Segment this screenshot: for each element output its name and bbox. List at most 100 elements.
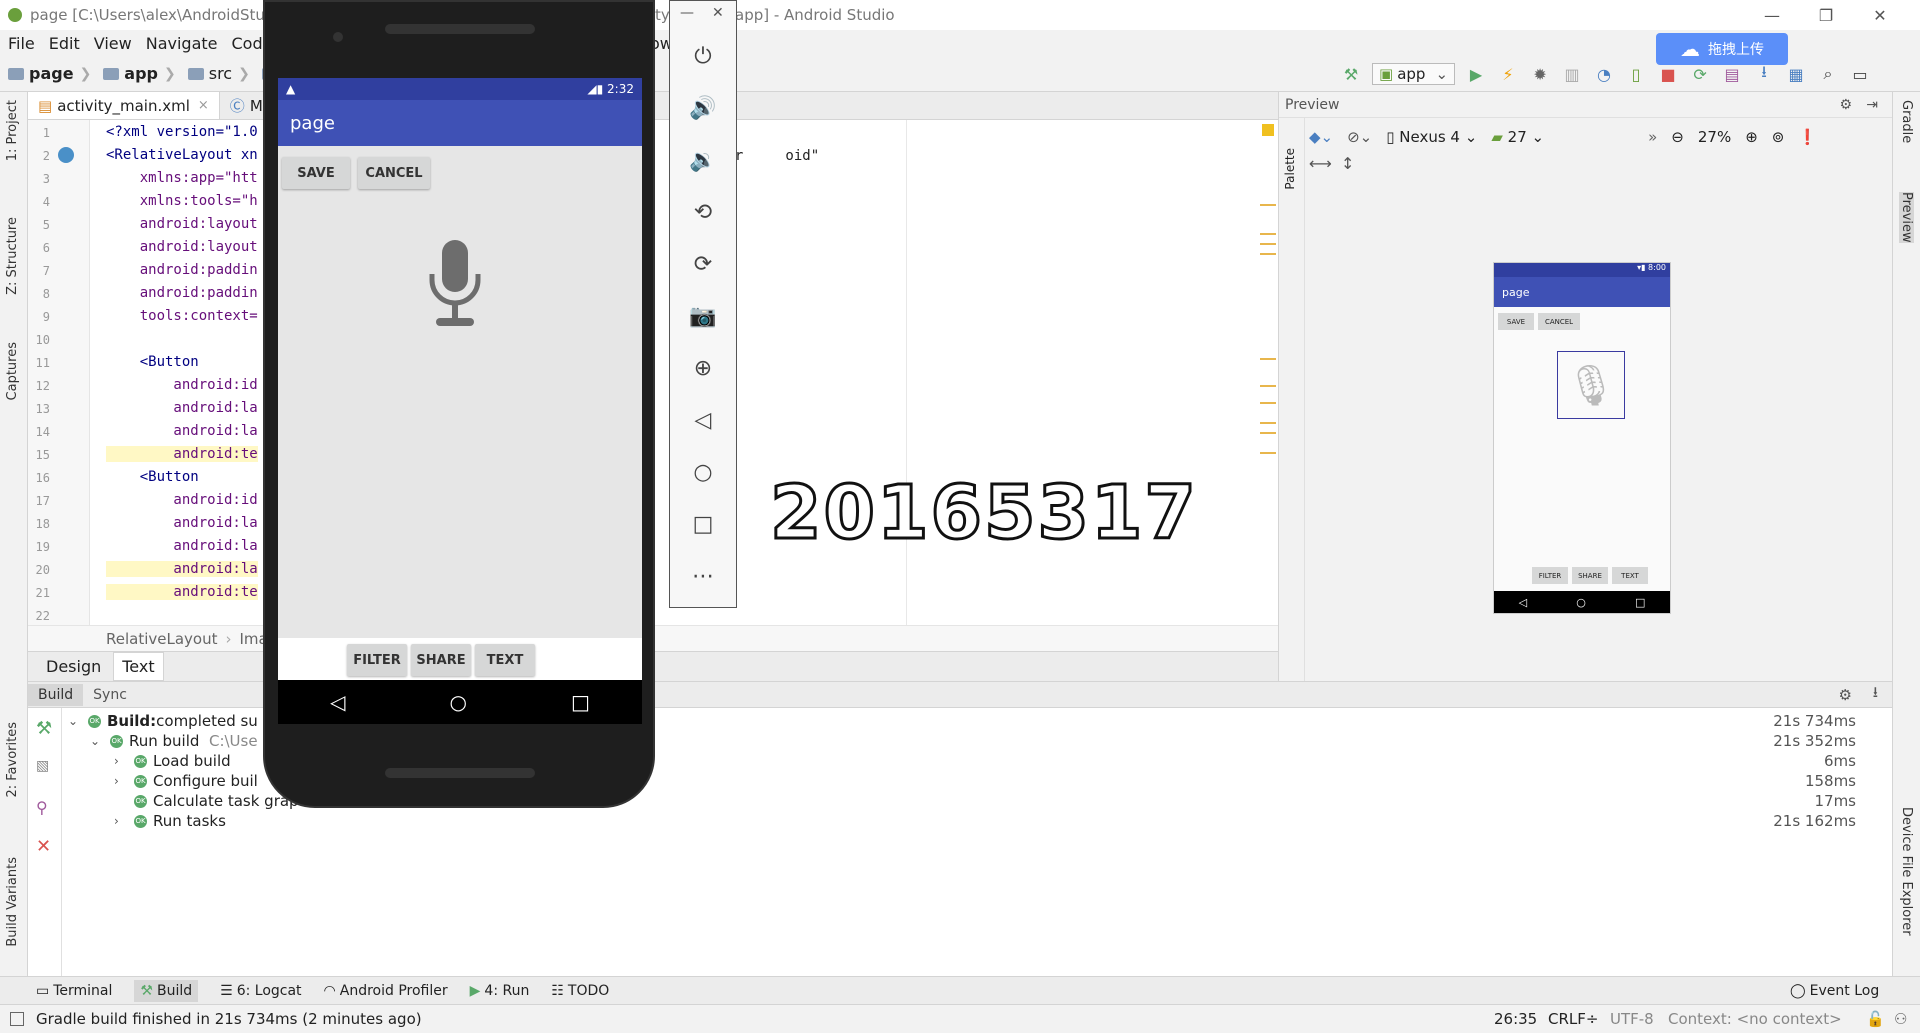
back-icon[interactable]: ◁ xyxy=(330,690,345,714)
more-icon[interactable]: » xyxy=(1648,128,1657,146)
filter-button[interactable]: FILTER xyxy=(347,644,407,676)
mini-cancel-button[interactable]: CANCEL xyxy=(1538,313,1580,330)
layout-inspector-icon[interactable]: ▭ xyxy=(1849,63,1871,85)
context-indicator[interactable]: Context: <no context> xyxy=(1668,1010,1842,1028)
menu-navigate[interactable]: Navigate xyxy=(146,34,218,53)
zoom-fit-icon[interactable]: ⊚ xyxy=(1772,128,1785,146)
orientation-icon[interactable]: ⊘⌄ xyxy=(1347,128,1372,146)
resize-vertical-icon[interactable]: ↕ xyxy=(1341,154,1354,173)
restore-icon[interactable]: ❐ xyxy=(1799,0,1853,30)
toggle-view-icon[interactable]: ▧ xyxy=(36,758,49,774)
emulator-screen[interactable]: ▲ ◢▮ 2:32 page SAVE CANCEL FILTER SHARE … xyxy=(278,78,642,724)
more-options-icon[interactable]: ⋯ xyxy=(688,561,718,591)
rotate-left-icon[interactable]: ⟲ xyxy=(688,197,718,227)
tab-captures[interactable]: Captures xyxy=(5,342,20,400)
tool-event-log[interactable]: ◯ Event Log xyxy=(1790,983,1879,999)
save-button[interactable]: SAVE xyxy=(282,157,350,189)
tab-build-output[interactable]: Build xyxy=(28,683,84,706)
build-row-completed[interactable]: ⌄ OK Build: completed su xyxy=(68,711,258,731)
profile-icon[interactable]: ▥ xyxy=(1561,63,1583,85)
tool-android-profiler[interactable]: ◠ Android Profiler xyxy=(324,983,448,999)
zoom-in-icon[interactable]: ⊕ xyxy=(1745,128,1758,146)
project-structure-icon[interactable]: ▦ xyxy=(1785,63,1807,85)
build-row-calculate-task-graph[interactable]: OK Calculate task grap xyxy=(134,791,299,811)
preview-device[interactable]: ▾▮ 8:00 page SAVE CANCEL 🎙 FILTER SHARE … xyxy=(1493,262,1671,614)
build-row-configure-build[interactable]: › OK Configure buil xyxy=(114,771,258,791)
build-row-load-build[interactable]: › OK Load build xyxy=(114,751,231,771)
mini-filter-button[interactable]: FILTER xyxy=(1532,567,1568,584)
tab-text[interactable]: Text xyxy=(113,652,164,681)
home-icon[interactable]: ○ xyxy=(450,690,467,714)
mini-mic-image[interactable]: 🎙 xyxy=(1557,351,1625,419)
mini-share-button[interactable]: SHARE xyxy=(1572,567,1608,584)
sdk-manager-icon[interactable]: ⭳ xyxy=(1753,62,1775,85)
layers-icon[interactable]: ◆⌄ xyxy=(1309,128,1333,146)
tab-project[interactable]: 1: Project xyxy=(5,100,20,161)
gear-icon[interactable]: ⚙ xyxy=(1839,686,1852,704)
screenshot-icon[interactable]: 📷 xyxy=(688,301,718,331)
back-icon[interactable]: ◁ xyxy=(688,405,718,435)
overview-icon[interactable]: □ xyxy=(688,509,718,539)
debug-icon[interactable]: ✹ xyxy=(1529,63,1551,85)
tool-run[interactable]: ▶ 4: Run xyxy=(470,983,530,999)
run-config-select[interactable]: ▣ app ⌄ xyxy=(1372,63,1456,85)
crumb-relative-layout[interactable]: RelativeLayout xyxy=(106,630,217,648)
lock-icon[interactable]: 🔓 xyxy=(1866,1010,1885,1028)
tab-device-file-explorer[interactable]: Device File Explorer xyxy=(1899,807,1914,936)
breadcrumb-project[interactable]: page ❯ xyxy=(8,64,97,83)
tab-gradle[interactable]: Gradle xyxy=(1899,100,1914,143)
api-select[interactable]: ▰ 27 ⌄ xyxy=(1491,128,1544,146)
tool-terminal[interactable]: ▭ Terminal xyxy=(36,983,112,999)
mini-save-button[interactable]: SAVE xyxy=(1498,313,1534,330)
close-icon[interactable]: ✕ xyxy=(36,836,51,857)
resize-horizontal-icon[interactable]: ⟷ xyxy=(1309,154,1332,173)
gear-icon[interactable]: ⚙ xyxy=(1839,97,1852,113)
tab-design[interactable]: Design xyxy=(38,653,109,680)
avd-manager-icon[interactable]: ▤ xyxy=(1721,63,1743,85)
tab-build-variants[interactable]: Build Variants xyxy=(5,857,20,947)
share-button[interactable]: SHARE xyxy=(411,644,471,676)
tool-todo[interactable]: ☷ TODO xyxy=(551,983,609,999)
caret-position[interactable]: 26:35 xyxy=(1494,1010,1537,1028)
build-row-run-tasks[interactable]: › OK Run tasks xyxy=(114,811,226,831)
tab-palette[interactable]: Palette xyxy=(1283,148,1297,190)
recents-icon[interactable]: □ xyxy=(571,690,590,714)
apply-changes-icon[interactable]: ⚡ xyxy=(1497,63,1519,85)
breadcrumb-src[interactable]: src ❯ xyxy=(187,64,256,83)
volume-down-icon[interactable]: 🔉 xyxy=(688,145,718,175)
hide-panel-icon[interactable]: ⭳ xyxy=(1873,682,1878,707)
hide-panel-icon[interactable]: ⇥ xyxy=(1866,97,1878,113)
tool-build[interactable]: ⚒ Build xyxy=(134,979,199,1002)
close-window-icon[interactable]: ✕ xyxy=(1853,0,1907,30)
power-icon[interactable]: ⏻ xyxy=(688,41,718,71)
device-select[interactable]: ▯ Nexus 4 ⌄ xyxy=(1386,128,1477,146)
microphone-image[interactable] xyxy=(426,240,484,336)
class-gutter-icon[interactable] xyxy=(58,147,74,163)
warning-icon[interactable]: ❗ xyxy=(1798,128,1817,146)
rotate-right-icon[interactable]: ⟳ xyxy=(688,249,718,279)
sync-icon[interactable]: ⟳ xyxy=(1689,63,1711,85)
avd-icon[interactable]: ▯ xyxy=(1625,63,1647,85)
stop-icon[interactable]: ■ xyxy=(1657,63,1679,85)
status-message[interactable]: Gradle build finished in 21s 734ms (2 mi… xyxy=(36,1010,422,1028)
zoom-out-icon[interactable]: ⊖ xyxy=(1671,128,1684,146)
tab-sync[interactable]: Sync xyxy=(83,684,137,706)
close-tab-icon[interactable]: × xyxy=(198,98,209,113)
search-icon[interactable]: ⌕ xyxy=(1817,63,1839,85)
tab-structure[interactable]: Z: Structure xyxy=(5,217,20,295)
zoom-icon[interactable]: ⊕ xyxy=(688,353,718,383)
inspector-icon[interactable]: ⚇ xyxy=(1894,1010,1907,1028)
hammer-icon[interactable]: ⚒ xyxy=(36,718,52,739)
attach-debugger-icon[interactable]: ◔ xyxy=(1593,63,1615,85)
build-row-run-build[interactable]: ⌄ OK Run build C:\Use xyxy=(90,731,258,751)
menu-file[interactable]: File xyxy=(8,34,35,53)
volume-up-icon[interactable]: 🔊 xyxy=(688,93,718,123)
mini-text-button[interactable]: TEXT xyxy=(1612,567,1648,584)
pin-icon[interactable]: ⚲ xyxy=(36,798,48,817)
breadcrumb-module[interactable]: app ❯ xyxy=(103,64,181,83)
hammer-icon[interactable]: ⚒ xyxy=(1340,63,1362,85)
minimize-icon[interactable]: — xyxy=(1745,0,1799,30)
tab-activity-main-xml[interactable]: ▤ activity_main.xml × xyxy=(28,92,220,119)
close-icon[interactable]: ✕ xyxy=(712,5,724,21)
tab-preview[interactable]: Preview xyxy=(1899,192,1914,243)
